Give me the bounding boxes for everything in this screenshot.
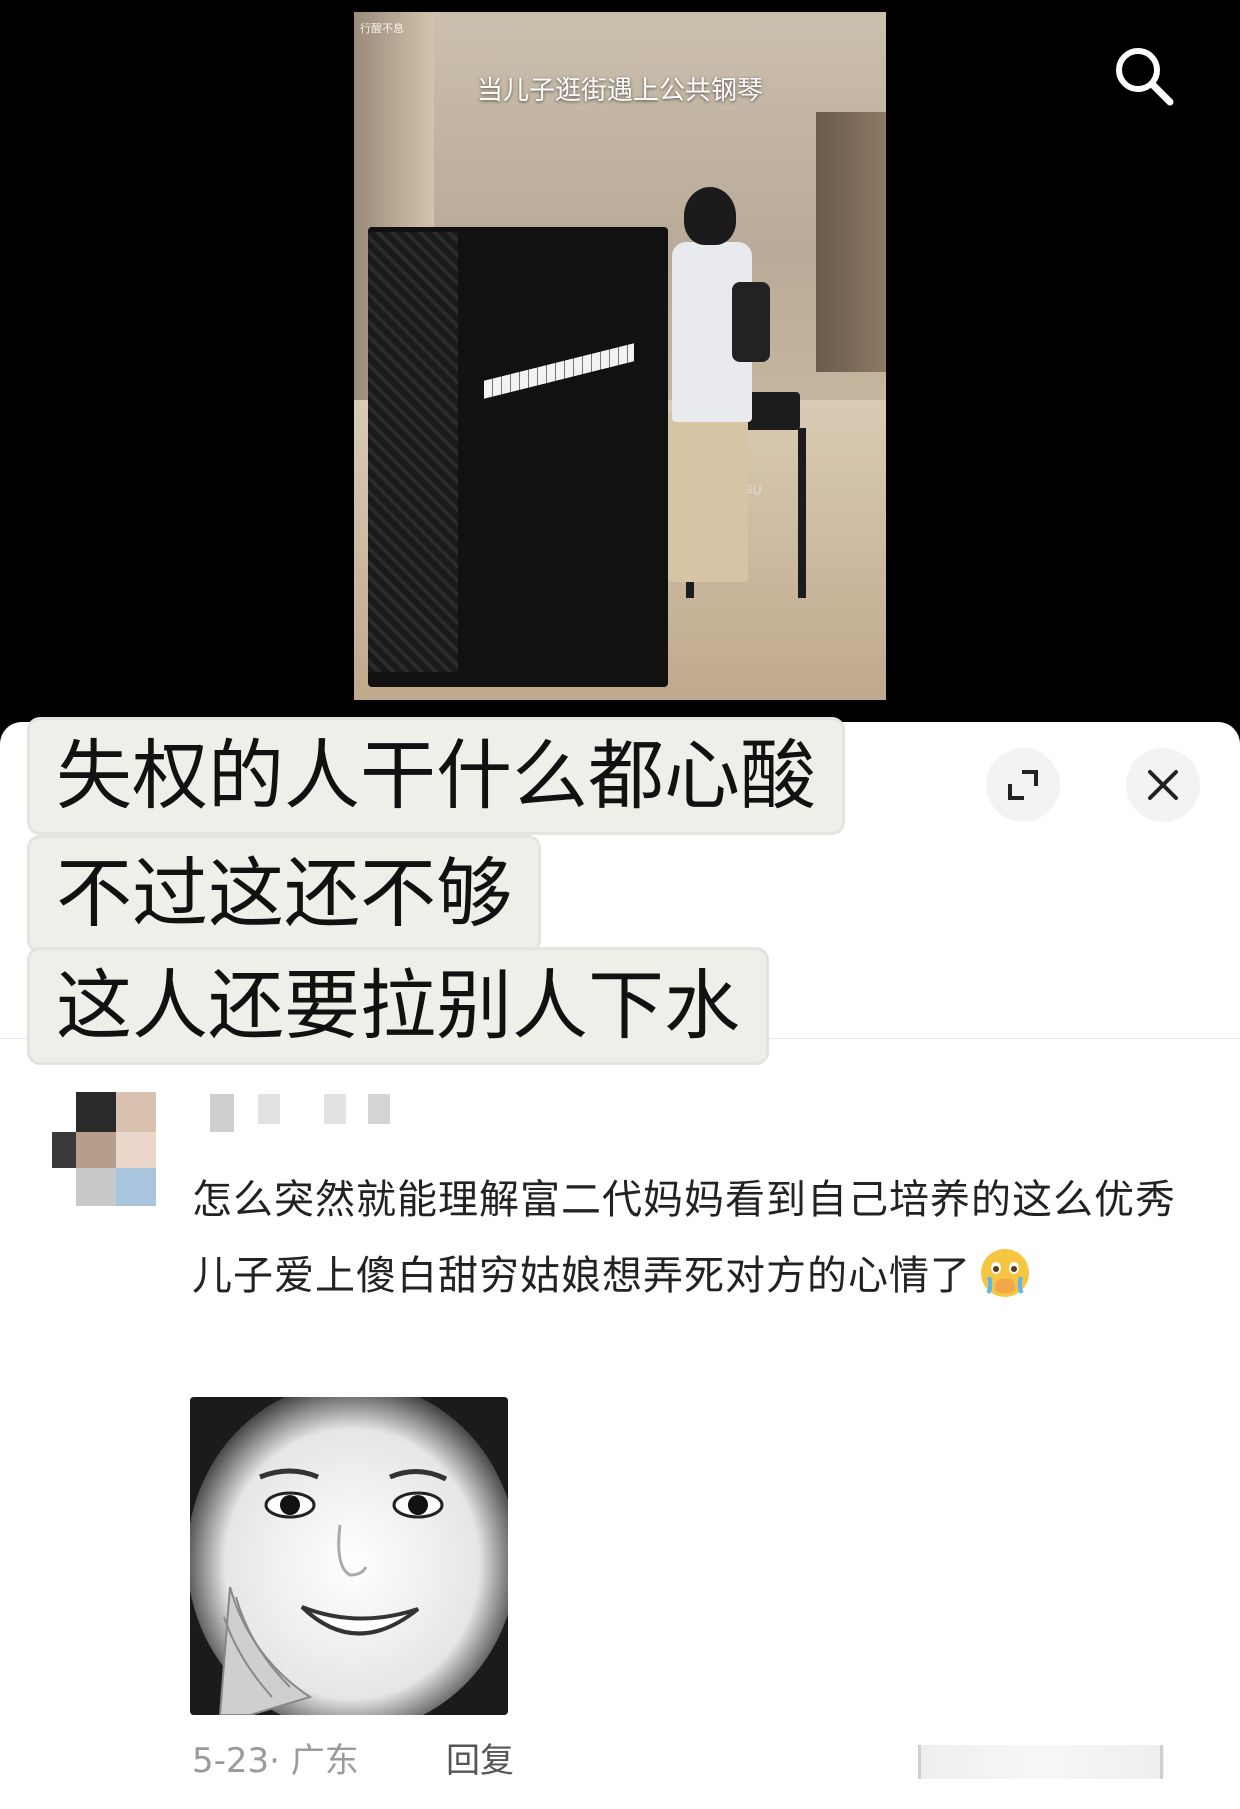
comment-text: 怎么突然就能理解富二代妈妈看到自己培养的这么优秀儿子爱上傻白甜穷姑娘想弄死对方的… bbox=[192, 1162, 1192, 1314]
search-icon[interactable] bbox=[1112, 44, 1176, 108]
like-area-blurred[interactable] bbox=[918, 1745, 1164, 1779]
video-caption: 当儿子逛街遇上公共钢琴 bbox=[476, 76, 763, 106]
avatar[interactable] bbox=[52, 1092, 166, 1206]
comment-meta: 5-23· 广东 bbox=[192, 1741, 359, 1781]
sticker-image[interactable] bbox=[190, 1397, 508, 1715]
headline-line-2: 不过这还不够 bbox=[30, 838, 538, 950]
headline-line-1: 失权的人干什么都心酸 bbox=[30, 720, 842, 832]
headline-line-3: 这人还要拉别人下水 bbox=[30, 950, 766, 1062]
expand-button[interactable] bbox=[986, 748, 1060, 822]
expand-icon bbox=[1008, 770, 1038, 800]
video-scene-doorway bbox=[816, 112, 886, 372]
close-icon bbox=[1148, 770, 1178, 800]
video-watermark: 行醒不息 bbox=[360, 22, 404, 35]
piano-graffiti bbox=[368, 232, 458, 672]
close-button[interactable] bbox=[1126, 748, 1200, 822]
video-player[interactable]: DANDIGU 行醒不息 当儿子逛街遇上公共钢琴 bbox=[0, 0, 1240, 760]
reply-button[interactable]: 回复 bbox=[446, 1733, 514, 1782]
crying-face-emoji-icon bbox=[979, 1247, 1031, 1299]
boy-figure bbox=[654, 187, 770, 617]
username-blurred[interactable] bbox=[206, 1090, 406, 1132]
video-frame[interactable]: DANDIGU 行醒不息 当儿子逛街遇上公共钢琴 bbox=[354, 12, 886, 700]
